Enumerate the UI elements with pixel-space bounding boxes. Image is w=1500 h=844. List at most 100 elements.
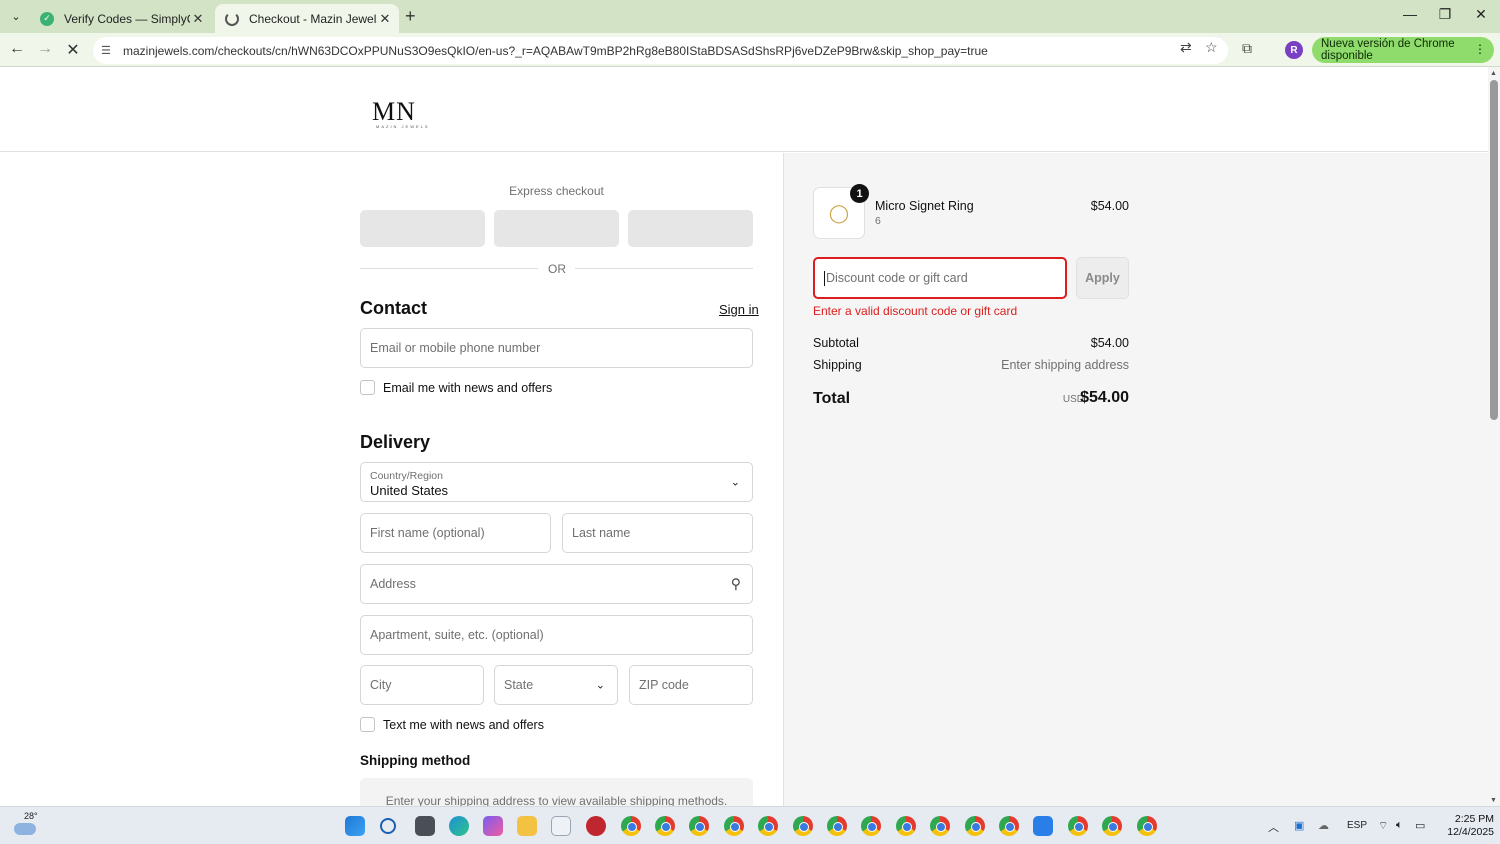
chrome-icon[interactable]	[861, 816, 881, 836]
express-pay-button-3[interactable]	[628, 210, 753, 247]
total-label: Total	[813, 390, 851, 407]
country-label: Country/Region	[370, 470, 443, 482]
chrome-icon[interactable]	[896, 816, 916, 836]
forward-icon[interactable]: →	[34, 40, 56, 58]
chrome-icon[interactable]	[930, 816, 950, 836]
temperature: 28°	[24, 811, 38, 821]
chrome-icon[interactable]	[793, 816, 813, 836]
chrome-update-button[interactable]: Nueva versión de Chrome disponible ⋮	[1312, 37, 1494, 63]
email-news-label: Email me with news and offers	[383, 380, 553, 395]
clock-time: 2:25 PM	[1454, 813, 1494, 825]
translate-icon[interactable]: ⇄	[1180, 39, 1192, 56]
city-field[interactable]: City	[360, 665, 484, 705]
chrome-icon[interactable]	[655, 816, 675, 836]
text-news-label: Text me with news and offers	[383, 717, 544, 732]
sign-in-link[interactable]: Sign in	[719, 302, 759, 317]
close-tab-icon[interactable]: ✕	[377, 11, 393, 27]
express-pay-button-1[interactable]	[360, 210, 485, 247]
tab-checkout[interactable]: Checkout - Mazin Jewels ✕	[215, 4, 399, 33]
chevron-up-icon[interactable]: ︿	[1268, 819, 1279, 835]
volume-icon[interactable]: 🔈︎	[1396, 819, 1403, 832]
minimize-icon[interactable]: —	[1395, 6, 1425, 22]
tray-app-icon[interactable]: ▣	[1294, 819, 1304, 832]
stop-loading-icon[interactable]: ✕	[62, 40, 84, 60]
apartment-field[interactable]: Apartment, suite, etc. (optional)	[360, 615, 753, 655]
chrome-icon[interactable]	[1102, 816, 1122, 836]
battery-icon[interactable]: ▭	[1415, 819, 1425, 832]
apply-button[interactable]: Apply	[1076, 257, 1129, 299]
apartment-placeholder: Apartment, suite, etc. (optional)	[370, 628, 544, 642]
discount-code-input[interactable]: Discount code or gift card	[813, 257, 1067, 299]
email-news-checkbox[interactable]	[360, 380, 375, 395]
edge-icon[interactable]	[449, 816, 469, 836]
tab-search-chevron-icon[interactable]: ⌄	[6, 6, 26, 26]
country-select[interactable]: Country/Region United States ⌄	[360, 462, 753, 502]
address-bar[interactable]: ☰ mazinjewels.com/checkouts/cn/hWN63DCOx…	[93, 37, 1228, 64]
chrome-icon[interactable]	[724, 816, 744, 836]
last-name-field[interactable]: Last name	[562, 513, 753, 553]
simplycodes-favicon-icon: ✓	[40, 11, 54, 26]
search-icon[interactable]	[380, 818, 396, 834]
delivery-heading: Delivery	[360, 432, 431, 452]
onedrive-cloud-icon[interactable]: ☁	[1318, 819, 1329, 832]
system-clock[interactable]: 2:25 PM 12/4/2025	[1432, 813, 1494, 839]
order-summary-panel	[783, 153, 1488, 806]
divider	[360, 268, 538, 269]
file-explorer-icon[interactable]	[517, 816, 537, 836]
zip-field[interactable]: ZIP code	[629, 665, 753, 705]
discount-placeholder: Discount code or gift card	[826, 271, 968, 285]
browser-tab-strip: ⌄ ✓ Verify Codes — SimplyCodes ✕ Checkou…	[0, 0, 1500, 33]
copilot-icon[interactable]	[483, 816, 503, 836]
weather-widget[interactable]: 28°	[14, 811, 38, 837]
scrollbar-thumb[interactable]	[1490, 80, 1498, 420]
chrome-icon[interactable]	[965, 816, 985, 836]
text-news-checkbox-row[interactable]: Text me with news and offers	[360, 717, 544, 732]
windows-taskbar: 28° ︿ ▣ ☁ ESP ⌔ 🔈︎ ▭ 2:25 PM 12/4/2025	[0, 806, 1500, 844]
email-field[interactable]: Email or mobile phone number	[360, 328, 753, 368]
email-news-checkbox-row[interactable]: Email me with news and offers	[360, 380, 552, 395]
state-select[interactable]: State ⌄	[494, 665, 618, 705]
address-field[interactable]: Address ⚲	[360, 564, 753, 604]
antivirus-icon[interactable]	[586, 816, 606, 836]
bookmark-star-icon[interactable]: ☆	[1205, 39, 1218, 56]
profile-avatar[interactable]: R	[1285, 41, 1303, 59]
page-scrollbar[interactable]: ▲ ▼	[1488, 67, 1500, 806]
windows-start-icon[interactable]	[345, 816, 365, 836]
express-pay-button-2[interactable]	[494, 210, 619, 247]
shield-app-icon[interactable]	[1033, 816, 1053, 836]
chrome-icon[interactable]	[758, 816, 778, 836]
chevron-down-icon: ⌄	[595, 679, 605, 692]
first-name-field[interactable]: First name (optional)	[360, 513, 551, 553]
kebab-menu-icon[interactable]: ⋮	[1474, 42, 1486, 56]
url-text: mazinjewels.com/checkouts/cn/hWN63DCOxPP…	[123, 43, 988, 58]
scroll-up-icon[interactable]: ▲	[1490, 70, 1497, 77]
restore-icon[interactable]: ❐	[1430, 6, 1460, 23]
chrome-icon[interactable]	[621, 816, 641, 836]
close-tab-icon[interactable]: ✕	[190, 11, 206, 27]
back-icon[interactable]: ←	[6, 40, 28, 58]
shipping-row: Shipping Enter shipping address	[813, 358, 1129, 372]
text-news-checkbox[interactable]	[360, 717, 375, 732]
chrome-icon[interactable]	[1068, 816, 1088, 836]
new-tab-icon[interactable]: +	[405, 6, 416, 27]
last-name-placeholder: Last name	[572, 526, 631, 540]
address-placeholder: Address	[370, 577, 416, 591]
chrome-icon[interactable]	[999, 816, 1019, 836]
scroll-down-icon[interactable]: ▼	[1490, 797, 1497, 804]
chrome-icon[interactable]	[827, 816, 847, 836]
discount-error-message: Enter a valid discount code or gift card	[813, 304, 1018, 318]
task-view-icon[interactable]	[415, 816, 435, 836]
close-window-icon[interactable]: ✕	[1466, 6, 1496, 23]
store-icon[interactable]	[551, 816, 571, 836]
chrome-icon[interactable]	[1137, 816, 1157, 836]
extensions-icon[interactable]: ⧉	[1242, 40, 1252, 57]
language-indicator[interactable]: ESP	[1347, 820, 1367, 831]
email-placeholder: Email or mobile phone number	[370, 341, 541, 355]
wifi-icon[interactable]: ⌔	[1378, 819, 1388, 833]
chrome-icon[interactable]	[689, 816, 709, 836]
clock-date: 12/4/2025	[1447, 826, 1494, 838]
site-info-icon[interactable]: ☰	[101, 44, 117, 57]
tab-simplycodes[interactable]: ✓ Verify Codes — SimplyCodes ✕	[30, 4, 212, 33]
store-logo[interactable]: MN MAZIN JEWELS	[372, 97, 428, 129]
search-icon: ⚲	[730, 575, 741, 592]
